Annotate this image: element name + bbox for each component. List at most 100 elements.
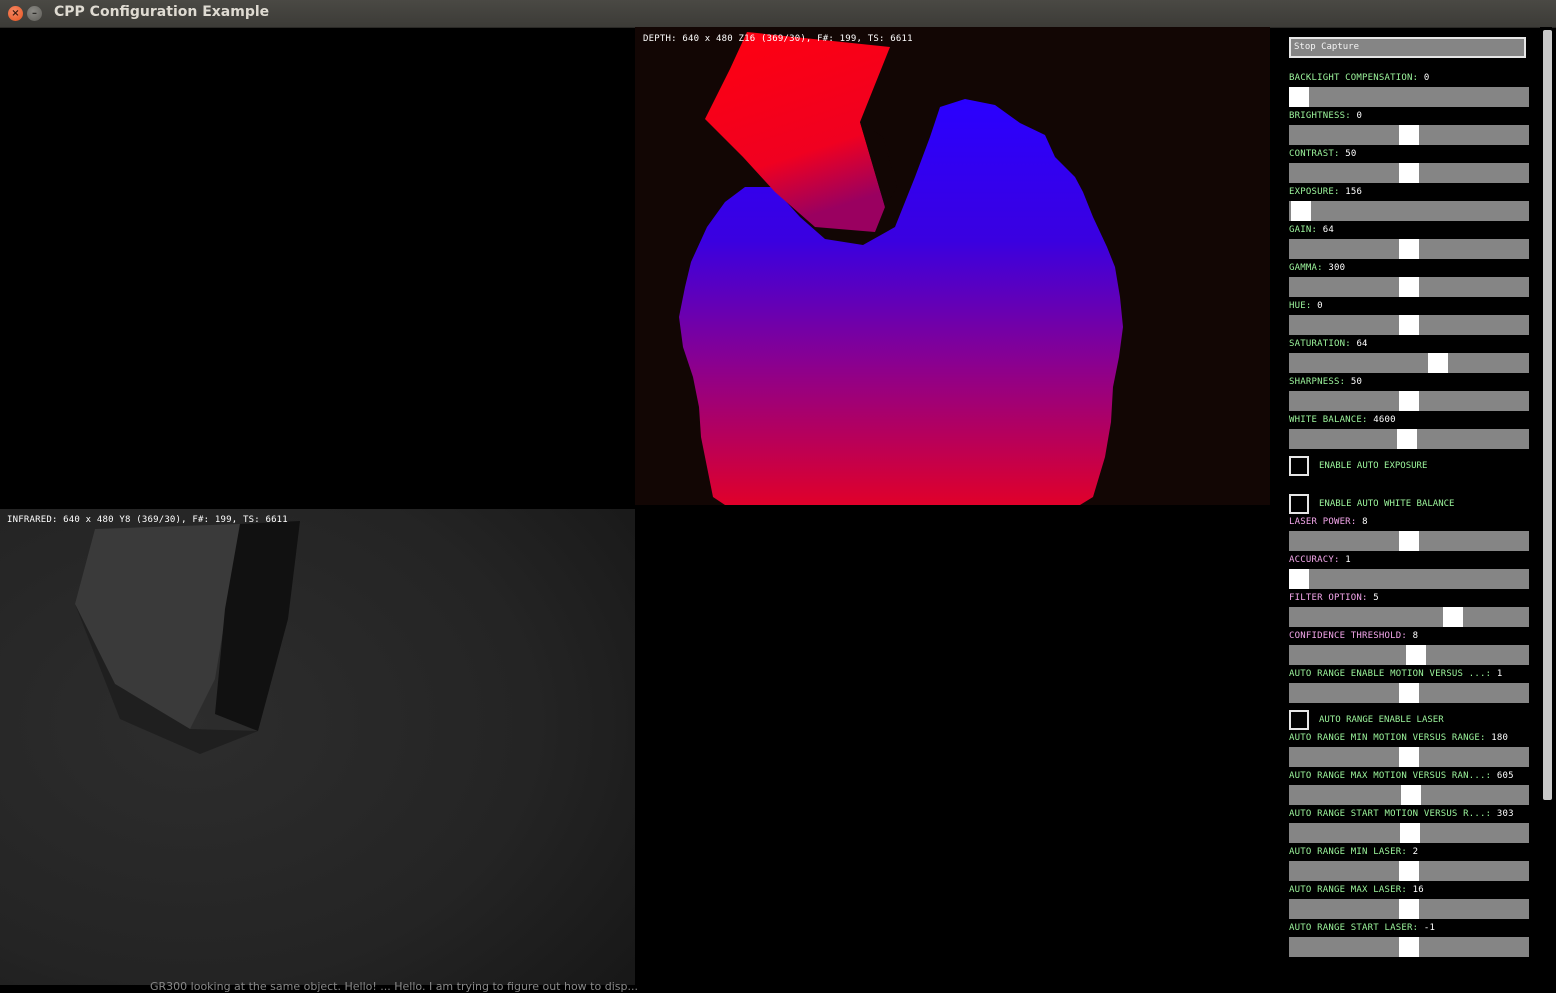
auto-range-start-laser-label: AUTO RANGE START LASER: -1 [1289, 923, 1436, 933]
auto-range-start-laser-slider-thumb[interactable] [1399, 937, 1419, 957]
depth-stream-view: DEPTH: 640 x 480 Z16 (369/30), F#: 199, … [635, 27, 1270, 505]
gain-slider[interactable] [1289, 239, 1529, 259]
auto-range-max-motion-versus-range-label-text: AUTO RANGE MAX MOTION VERSUS RAN... [1289, 771, 1486, 781]
white-balance-slider[interactable] [1289, 429, 1529, 449]
enable-auto-exposure-checkbox[interactable] [1289, 456, 1309, 476]
gamma-slider[interactable] [1289, 277, 1529, 297]
confidence-threshold-slider-thumb[interactable] [1406, 645, 1426, 665]
exposure-label-text: EXPOSURE [1289, 187, 1334, 197]
exposure-label: EXPOSURE: 156 [1289, 187, 1363, 197]
enable-auto-white-balance-checkbox[interactable] [1289, 494, 1309, 514]
contrast-slider[interactable] [1289, 163, 1529, 183]
close-icon[interactable]: × [8, 6, 23, 21]
auto-range-start-laser-value: -1 [1423, 923, 1436, 933]
gain-slider-thumb[interactable] [1399, 239, 1419, 259]
contrast-slider-thumb[interactable] [1399, 163, 1419, 183]
backlight-compensation-slider[interactable] [1289, 87, 1529, 107]
auto-range-min-laser-label: AUTO RANGE MIN LASER: 2 [1289, 847, 1419, 857]
scrollbar-thumb[interactable] [1543, 30, 1552, 800]
filter-option-slider-thumb[interactable] [1443, 607, 1463, 627]
auto-range-max-laser-slider-thumb[interactable] [1399, 899, 1419, 919]
sharpness-label-text: SHARPNESS [1289, 377, 1340, 387]
gain-label-text: GAIN [1289, 225, 1312, 235]
auto-range-enable-motion-versus-value: 1 [1496, 669, 1503, 679]
laser-power-value: 8 [1362, 517, 1368, 527]
laser-power-label-text: LASER POWER [1289, 517, 1351, 527]
gamma-slider-thumb[interactable] [1399, 277, 1419, 297]
sharpness-label: SHARPNESS: 50 [1289, 377, 1363, 387]
sharpness-slider[interactable] [1289, 391, 1529, 411]
auto-range-max-motion-versus-range-slider-thumb[interactable] [1401, 785, 1421, 805]
window-title: CPP Configuration Example [54, 4, 270, 20]
saturation-label-text: SATURATION [1289, 339, 1346, 349]
brightness-slider-thumb[interactable] [1399, 125, 1419, 145]
hue-slider[interactable] [1289, 315, 1529, 335]
exposure-slider[interactable] [1289, 201, 1529, 221]
white-balance-slider-thumb[interactable] [1397, 429, 1417, 449]
saturation-slider[interactable] [1289, 353, 1529, 373]
auto-range-max-motion-versus-range-slider[interactable] [1289, 785, 1529, 805]
enable-auto-exposure-label: ENABLE AUTO EXPOSURE [1319, 461, 1428, 471]
auto-range-min-motion-versus-range-label-text: AUTO RANGE MIN MOTION VERSUS RANGE [1289, 733, 1481, 743]
hue-slider-thumb[interactable] [1399, 315, 1419, 335]
auto-range-start-motion-versus-range-slider-thumb[interactable] [1400, 823, 1420, 843]
background-window-text: GR300 looking at the same object. Hello!… [150, 980, 638, 993]
saturation-label: SATURATION: 64 [1289, 339, 1368, 349]
gain-label: GAIN: 64 [1289, 225, 1334, 235]
gamma-value: 300 [1328, 263, 1346, 273]
auto-range-max-motion-versus-range-value: 605 [1496, 771, 1514, 781]
laser-power-label: LASER POWER: 8 [1289, 517, 1368, 527]
auto-range-enable-motion-versus-slider-thumb[interactable] [1399, 683, 1419, 703]
auto-range-min-motion-versus-range-slider-thumb[interactable] [1399, 747, 1419, 767]
contrast-label-text: CONTRAST [1289, 149, 1334, 159]
accuracy-label-text: ACCURACY [1289, 555, 1334, 565]
accuracy-slider[interactable] [1289, 569, 1529, 589]
infrared-stream-view: INFRARED: 640 x 480 Y8 (369/30), F#: 199… [0, 509, 635, 985]
auto-range-min-motion-versus-range-value: 180 [1491, 733, 1509, 743]
auto-range-max-laser-label: AUTO RANGE MAX LASER: 16 [1289, 885, 1424, 895]
auto-range-enable-laser-checkbox[interactable] [1289, 710, 1309, 730]
auto-range-start-motion-versus-range-value: 303 [1496, 809, 1514, 819]
auto-range-enable-motion-versus-label: AUTO RANGE ENABLE MOTION VERSUS ...: 1 [1289, 669, 1503, 679]
auto-range-min-motion-versus-range-label: AUTO RANGE MIN MOTION VERSUS RANGE: 180 [1289, 733, 1509, 743]
gain-value: 64 [1322, 225, 1334, 235]
depth-image [679, 32, 1123, 505]
stop-capture-button[interactable]: Stop Capture [1289, 37, 1526, 58]
auto-range-max-motion-versus-range-label: AUTO RANGE MAX MOTION VERSUS RAN...: 605 [1289, 771, 1514, 781]
auto-range-enable-motion-versus-label-text: AUTO RANGE ENABLE MOTION VERSUS ... [1289, 669, 1486, 679]
auto-range-start-motion-versus-range-slider[interactable] [1289, 823, 1529, 843]
contrast-label: CONTRAST: 50 [1289, 149, 1357, 159]
laser-power-slider[interactable] [1289, 531, 1529, 551]
saturation-value: 64 [1356, 339, 1368, 349]
auto-range-start-laser-label-text: AUTO RANGE START LASER [1289, 923, 1413, 933]
auto-range-min-laser-slider-thumb[interactable] [1399, 861, 1419, 881]
exposure-slider-thumb[interactable] [1291, 201, 1311, 221]
auto-range-start-laser-slider[interactable] [1289, 937, 1529, 957]
auto-range-min-laser-value: 2 [1412, 847, 1419, 857]
accuracy-value: 1 [1345, 555, 1351, 565]
filter-option-label-text: FILTER OPTION [1289, 593, 1363, 603]
laser-power-slider-thumb[interactable] [1399, 531, 1419, 551]
depth-stream-info: DEPTH: 640 x 480 Z16 (369/30), F#: 199, … [643, 34, 913, 44]
backlight-compensation-label-text: BACKLIGHT COMPENSATION [1289, 73, 1413, 83]
backlight-compensation-slider-thumb[interactable] [1289, 87, 1309, 107]
minimize-icon[interactable]: – [27, 6, 42, 21]
saturation-slider-thumb[interactable] [1428, 353, 1448, 373]
sharpness-slider-thumb[interactable] [1399, 391, 1419, 411]
brightness-slider[interactable] [1289, 125, 1529, 145]
sharpness-value: 50 [1350, 377, 1363, 387]
control-panel: Stop Capture BACKLIGHT COMPENSATION: 0 BR… [1280, 27, 1540, 990]
filter-option-slider[interactable] [1289, 607, 1529, 627]
auto-range-max-laser-slider[interactable] [1289, 899, 1529, 919]
auto-range-enable-laser-label: AUTO RANGE ENABLE LASER [1319, 715, 1444, 725]
auto-range-enable-motion-versus-slider[interactable] [1289, 683, 1529, 703]
auto-range-min-motion-versus-range-slider[interactable] [1289, 747, 1529, 767]
auto-range-max-laser-label-text: AUTO RANGE MAX LASER [1289, 885, 1402, 895]
auto-range-min-laser-label-text: AUTO RANGE MIN LASER [1289, 847, 1402, 857]
confidence-threshold-slider[interactable] [1289, 645, 1529, 665]
hue-label: HUE: 0 [1289, 301, 1323, 311]
auto-range-min-laser-slider[interactable] [1289, 861, 1529, 881]
accuracy-slider-thumb[interactable] [1289, 569, 1309, 589]
infrared-stream-info: INFRARED: 640 x 480 Y8 (369/30), F#: 199… [7, 515, 288, 525]
white-balance-label: WHITE BALANCE: 4600 [1289, 415, 1396, 425]
